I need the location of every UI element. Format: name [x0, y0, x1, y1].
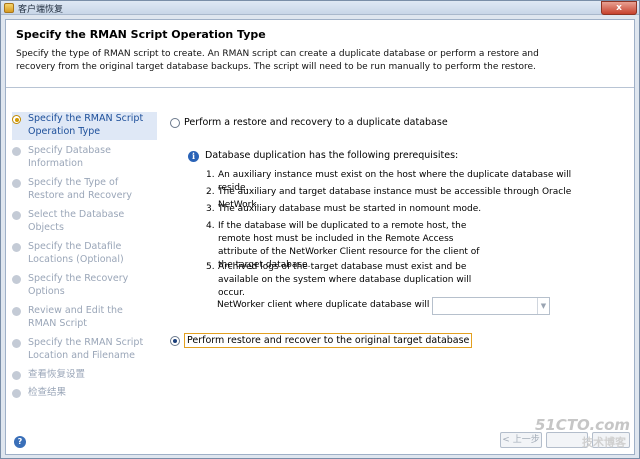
step-current-icon: [12, 115, 21, 124]
close-button[interactable]: x: [601, 1, 637, 15]
title-bar: 客户端恢复 x: [1, 1, 639, 15]
step-script-location[interactable]: Specify the RMAN Script Location and Fil…: [12, 336, 157, 364]
main-panel: Perform a restore and recovery to a dupl…: [164, 110, 634, 410]
step-label: Specify the Type of Restore and Recovery: [28, 177, 133, 201]
step-pending-icon: [12, 275, 21, 284]
prereq-text: Archived logs of the target database mus…: [218, 262, 472, 298]
radio-duplicate[interactable]: [170, 118, 180, 128]
step-pending-icon: [12, 389, 21, 398]
back-button[interactable]: < 上一步: [500, 432, 542, 448]
step-label: Specify Database Information: [28, 145, 111, 169]
step-check-results[interactable]: 检查结果: [12, 386, 157, 401]
step-review-script[interactable]: Review and Edit the RMAN Script: [12, 304, 157, 332]
step-restore-type[interactable]: Specify the Type of Restore and Recovery: [12, 176, 157, 204]
restore-wizard-window: 客户端恢复 x Specify the RMAN Script Operatio…: [0, 0, 640, 459]
prereq-text: The auxiliary database must be started i…: [218, 204, 482, 214]
step-label: Specify the RMAN Script Location and Fil…: [28, 337, 144, 361]
step-pending-icon: [12, 179, 21, 188]
step-pending-icon: [12, 371, 21, 380]
step-label: Specify the Recovery Options: [28, 273, 129, 297]
step-label: Specify the Datafile Locations (Optional…: [28, 241, 124, 265]
prereq-item: 5. Archived logs of the target database …: [206, 261, 626, 298]
step-pending-icon: [12, 307, 21, 316]
wizard-content: Specify the RMAN Script Operation Type S…: [5, 19, 635, 455]
step-datafile-locations[interactable]: Specify the Datafile Locations (Optional…: [12, 240, 157, 268]
prereq-number: 1.: [206, 170, 215, 180]
window-title: 客户端恢复: [18, 5, 64, 15]
page-description: Specify the type of RMAN script to creat…: [16, 49, 539, 72]
prereq-item: 1. An auxiliary instance must exist on t…: [206, 169, 626, 193]
prereq-item: 3. The auxiliary database must be starte…: [206, 203, 626, 216]
networker-client-select[interactable]: ▼: [432, 297, 550, 315]
wizard-steps-sidebar: Specify the RMAN Script Operation Type S…: [6, 106, 158, 451]
networker-client-label: NetWorker client where duplicate databas…: [217, 300, 463, 310]
step-pending-icon: [12, 147, 21, 156]
prereq-number: 4.: [206, 221, 215, 231]
step-label: Review and Edit the RMAN Script: [28, 305, 123, 329]
chevron-down-icon[interactable]: ▼: [537, 298, 549, 314]
prereq-number: 2.: [206, 187, 215, 197]
prereq-title: Database duplication has the following p…: [205, 150, 459, 161]
step-database-objects[interactable]: Select the Database Objects: [12, 208, 157, 236]
radio-original[interactable]: [170, 336, 180, 346]
step-label: Select the Database Objects: [28, 209, 125, 233]
option-duplicate-database[interactable]: Perform a restore and recovery to a dupl…: [170, 116, 448, 130]
prereq-item: 4. If the database will be duplicated to…: [206, 220, 626, 270]
watermark-line1: 51CTO.com: [534, 416, 630, 434]
step-pending-icon: [12, 243, 21, 252]
prereq-item: 2. The auxiliary and target database ins…: [206, 186, 626, 210]
step-operation-type[interactable]: Specify the RMAN Script Operation Type: [12, 112, 157, 140]
info-icon: i: [188, 151, 199, 162]
step-pending-icon: [12, 339, 21, 348]
option-original-database[interactable]: Perform restore and recover to the origi…: [170, 333, 473, 348]
wizard-header: Specify the RMAN Script Operation Type S…: [6, 20, 634, 88]
prereq-number: 5.: [206, 262, 215, 272]
option-label: Perform restore and recover to the origi…: [184, 333, 473, 348]
step-label: 查看恢复设置: [28, 369, 86, 380]
watermark-line2: 技术博客: [582, 436, 626, 449]
step-pending-icon: [12, 211, 21, 220]
step-label: Specify the RMAN Script Operation Type: [28, 113, 144, 137]
prereq-number: 3.: [206, 204, 215, 214]
step-view-settings[interactable]: 查看恢复设置: [12, 368, 157, 383]
app-icon: [4, 3, 14, 13]
page-title: Specify the RMAN Script Operation Type: [16, 28, 266, 41]
step-recovery-options[interactable]: Specify the Recovery Options: [12, 272, 157, 300]
watermark: 51CTO.com 技术博客: [535, 416, 630, 454]
step-database-information[interactable]: Specify Database Information: [12, 144, 157, 172]
step-label: 检查结果: [28, 387, 67, 398]
option-label: Perform a restore and recovery to a dupl…: [184, 117, 448, 128]
help-icon[interactable]: ?: [14, 436, 26, 448]
